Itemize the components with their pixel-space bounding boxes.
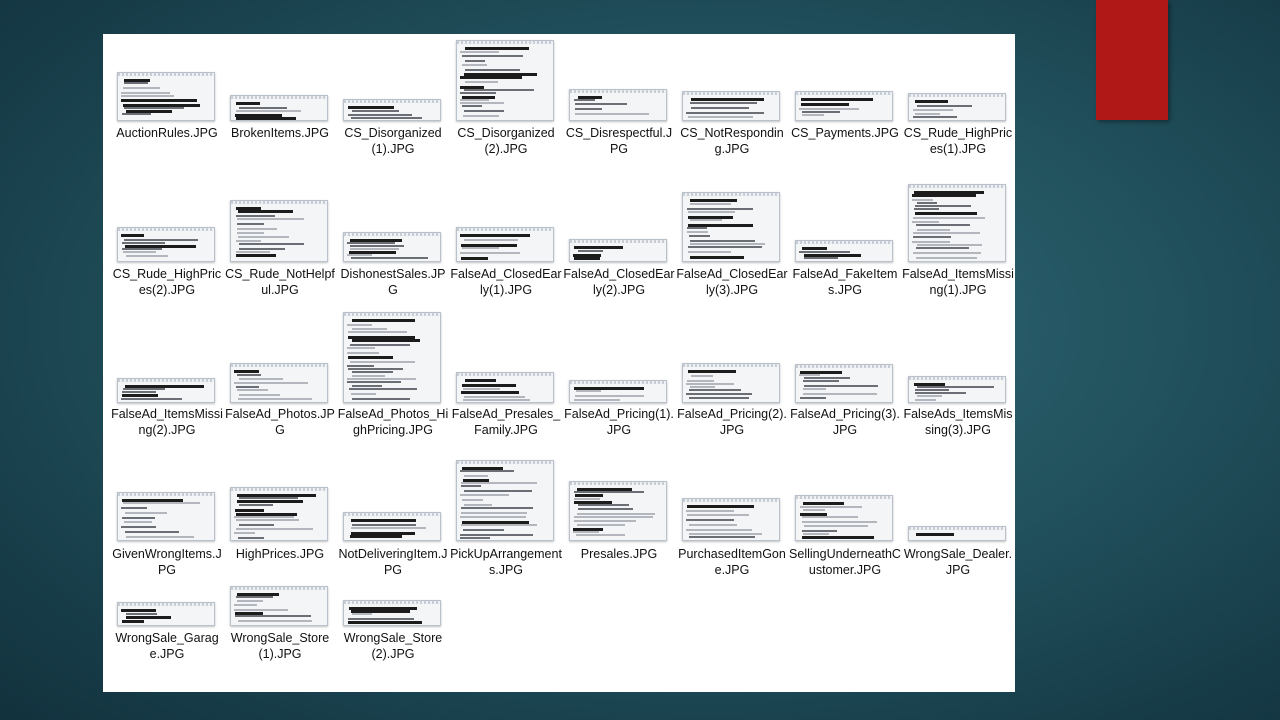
- file-thumbnail: [908, 526, 1006, 541]
- file-thumbnail: [117, 227, 215, 262]
- file-name: WrongSale_Dealer.JPG: [903, 547, 1013, 577]
- file-name: DishonestSales.JPG: [340, 267, 446, 297]
- file-name: CS_Rude_HighPrices(2).JPG: [112, 267, 222, 297]
- file-thumbnail: [343, 600, 441, 626]
- file-name: FalseAd_ItemsMissing(1).JPG: [902, 267, 1014, 297]
- file-thumbnail: [569, 481, 667, 541]
- file-thumbnail: [117, 378, 215, 403]
- file-name: BrokenItems.JPG: [231, 126, 329, 140]
- file-name: WrongSale_Store(2).JPG: [343, 631, 443, 661]
- file-thumbnail: [795, 91, 893, 121]
- file-name: PurchasedItemGone.JPG: [678, 547, 786, 577]
- file-thumbnail: [456, 40, 554, 121]
- file-thumbnail: [569, 89, 667, 121]
- file-thumbnail: [569, 239, 667, 262]
- file-name: WrongSale_Garage.JPG: [115, 631, 219, 661]
- file-name: FalseAd_ClosedEarly(2).JPG: [563, 267, 675, 297]
- file-thumbnail: [456, 227, 554, 262]
- file-name: FalseAd_ClosedEarly(1).JPG: [450, 267, 562, 297]
- file-thumbnail: [343, 99, 441, 121]
- file-thumbnail: [795, 240, 893, 262]
- file-thumbnail: [343, 512, 441, 541]
- file-name: FalseAd_ClosedEarly(3).JPG: [676, 267, 788, 297]
- file-name: CS_Rude_NotHelpful.JPG: [225, 267, 335, 297]
- file-name: HighPrices.JPG: [235, 547, 325, 561]
- file-thumbnail: [682, 498, 780, 541]
- file-name: CS_Disorganized(2).JPG: [457, 126, 555, 156]
- slide-accent-bar: [1096, 0, 1168, 120]
- file-thumbnail: [117, 72, 215, 121]
- file-thumbnail: [230, 363, 328, 403]
- file-thumbnail: [343, 232, 441, 262]
- file-name: PickUpArrangements.JPG: [450, 547, 562, 577]
- file-thumbnail: [682, 91, 780, 121]
- file-name: GivenWrongItems.JPG: [112, 547, 222, 577]
- file-thumbnail: [456, 460, 554, 541]
- file-thumbnail: [343, 312, 441, 403]
- file-thumbnail: [230, 487, 328, 541]
- file-name: Presales.JPG: [580, 547, 658, 561]
- file-thumbnail: [230, 95, 328, 121]
- file-name: FalseAd_Pricing(3).JPG: [790, 407, 900, 437]
- file-explorer-panel: AuctionRules.JPG BrokenItems.JPG CS_Diso…: [103, 34, 1015, 692]
- file-thumbnail: [230, 200, 328, 262]
- file-name: FalseAd_Presales_Family.JPG: [451, 407, 561, 437]
- file-name: CS_Disorganized(1).JPG: [344, 126, 442, 156]
- file-thumbnail: [456, 372, 554, 403]
- file-thumbnail: [908, 376, 1006, 403]
- file-thumbnail: [682, 192, 780, 262]
- file-thumbnail: [795, 495, 893, 541]
- file-name: WrongSale_Store(1).JPG: [230, 631, 330, 661]
- file-name: AuctionRules.JPG: [116, 126, 218, 140]
- file-thumbnail: [908, 93, 1006, 121]
- file-name: SellingUnderneathCustomer.JPG: [789, 547, 901, 577]
- file-name: NotDeliveringItem.JPG: [338, 547, 448, 577]
- file-thumbnail: [117, 492, 215, 541]
- file-thumbnail: [569, 380, 667, 403]
- file-name: CS_Rude_HighPrices(1).JPG: [903, 126, 1013, 156]
- file-name: FalseAds_ItemsMissing(3).JPG: [903, 407, 1013, 437]
- file-thumbnail: [795, 364, 893, 403]
- file-name: FalseAd_FakeItems.JPG: [792, 267, 898, 297]
- file-name: CS_Disrespectful.JPG: [565, 126, 673, 156]
- file-name: FalseAd_Photos_HighPricing.JPG: [337, 407, 449, 437]
- file-thumbnail: [908, 184, 1006, 262]
- file-thumbnail: [682, 363, 780, 403]
- file-name: FalseAd_Photos.JPG: [225, 407, 335, 437]
- file-thumbnail: [117, 602, 215, 626]
- file-name: CS_Payments.JPG: [791, 126, 899, 140]
- file-name: CS_NotResponding.JPG: [680, 126, 784, 156]
- file-name: FalseAd_ItemsMissing(2).JPG: [111, 407, 223, 437]
- file-thumbnail: [230, 586, 328, 626]
- file-name: FalseAd_Pricing(1).JPG: [564, 407, 674, 437]
- file-name: FalseAd_Pricing(2).JPG: [677, 407, 787, 437]
